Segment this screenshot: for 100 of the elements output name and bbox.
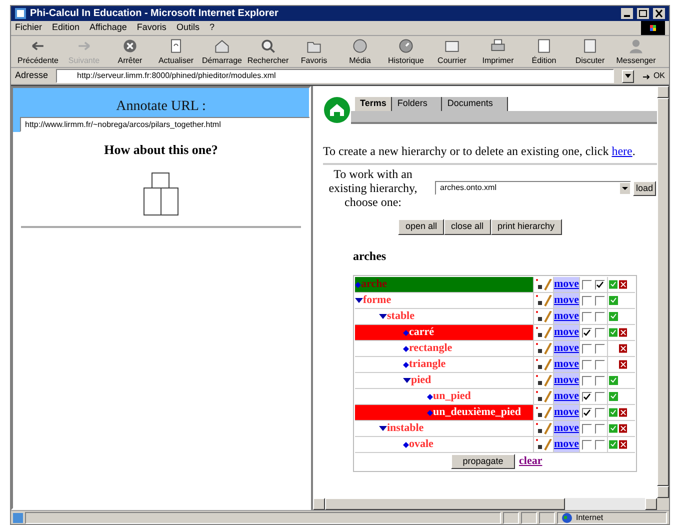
checkbox[interactable] [595, 312, 606, 322]
checkbox[interactable] [582, 280, 592, 290]
add-node-icon[interactable] [535, 343, 543, 354]
toolbar-button[interactable]: Messenger [613, 36, 659, 67]
toolbar-button[interactable]: Historique [383, 36, 429, 67]
move-link[interactable]: move [553, 405, 580, 420]
add-node-icon[interactable] [535, 279, 543, 290]
toolbar-button[interactable]: Discuter [567, 36, 613, 67]
move-link[interactable]: move [553, 437, 580, 452]
checkbox[interactable] [582, 408, 592, 418]
toolbar-button[interactable]: Média [337, 36, 383, 67]
toolbar-button[interactable]: Rechercher [245, 36, 291, 67]
check-icon[interactable] [609, 280, 618, 289]
menu-item[interactable]: ? [209, 21, 214, 35]
add-node-icon[interactable] [535, 327, 543, 338]
delete-icon[interactable] [618, 408, 628, 417]
tab[interactable]: Folders [392, 97, 442, 111]
checkbox[interactable] [582, 344, 592, 354]
checkbox[interactable] [595, 344, 606, 354]
checkbox[interactable] [595, 392, 606, 402]
check-icon[interactable] [609, 376, 618, 385]
close-icon[interactable] [653, 8, 665, 19]
checkbox[interactable] [582, 424, 592, 434]
checkbox[interactable] [595, 440, 606, 450]
url-field[interactable]: http://www.lirmm.fr/~nobrega/arcos/pilars_together.html [20, 117, 310, 132]
tree-node[interactable]: un_deuxième_pied [355, 405, 533, 420]
move-link[interactable]: move [553, 277, 580, 292]
checkbox[interactable] [582, 312, 592, 322]
add-node-icon[interactable] [535, 359, 543, 370]
checkbox[interactable] [595, 360, 606, 370]
checkbox[interactable] [582, 360, 592, 370]
tree-node[interactable]: carré [355, 325, 533, 340]
home-button-icon[interactable] [323, 96, 351, 124]
vertical-scrollbar[interactable] [657, 86, 669, 498]
action-button[interactable]: close all [444, 219, 490, 235]
checkbox[interactable] [582, 376, 592, 386]
check-icon[interactable] [609, 392, 618, 401]
check-icon[interactable] [609, 328, 618, 337]
add-node-icon[interactable] [535, 407, 543, 418]
delete-icon[interactable] [618, 280, 628, 289]
maximize-icon[interactable] [637, 8, 649, 19]
toolbar-button[interactable]: Actualiser [153, 36, 199, 67]
add-node-icon[interactable] [535, 423, 543, 434]
menu-item[interactable]: Affichage [90, 21, 127, 35]
add-node-icon[interactable] [535, 439, 543, 450]
expanded-triangle-icon[interactable] [379, 426, 387, 431]
move-link[interactable]: move [553, 293, 580, 308]
menu-item[interactable]: Favoris [136, 21, 166, 35]
check-icon[interactable] [609, 296, 618, 305]
move-link[interactable]: move [553, 357, 580, 372]
checkbox[interactable] [582, 392, 592, 402]
toolbar-button[interactable]: Favoris [291, 36, 337, 67]
tab[interactable]: Documents [442, 97, 508, 111]
menu-item[interactable]: Outils [176, 21, 200, 35]
toolbar-button[interactable]: Édition [521, 36, 567, 67]
toolbar-button[interactable]: Précédente [15, 36, 61, 67]
address-field[interactable]: http://serveur.limm.fr:8000/phined/phieditor/modules.xml [56, 69, 614, 83]
action-button[interactable]: open all [398, 219, 444, 235]
move-link[interactable]: move [553, 309, 580, 324]
add-node-icon[interactable] [535, 391, 543, 402]
checkbox[interactable] [595, 408, 606, 418]
checkbox[interactable] [595, 424, 606, 434]
tab[interactable]: Terms [355, 97, 392, 111]
check-icon[interactable] [609, 408, 618, 417]
checkbox[interactable] [582, 296, 592, 306]
expanded-triangle-icon[interactable] [355, 298, 363, 303]
move-link[interactable]: move [553, 421, 580, 436]
move-link[interactable]: move [553, 341, 580, 356]
checkbox[interactable] [595, 376, 606, 386]
toolbar-button[interactable]: Courrier [429, 36, 475, 67]
checkbox[interactable] [595, 296, 606, 306]
delete-icon[interactable] [618, 440, 628, 449]
toolbar-button[interactable]: Arrêter [107, 36, 153, 67]
propagate-button[interactable]: propagate [451, 454, 515, 469]
checkbox[interactable] [595, 328, 606, 338]
action-button[interactable]: print hierarchy [490, 219, 562, 235]
checkbox[interactable] [582, 328, 592, 338]
add-node-icon[interactable] [535, 311, 543, 322]
here-link[interactable]: here [612, 144, 632, 158]
checkbox[interactable] [595, 280, 606, 290]
toolbar-button[interactable]: Démarrage [199, 36, 245, 67]
delete-icon[interactable] [618, 344, 628, 353]
horizontal-scrollbar[interactable] [313, 498, 669, 510]
move-link[interactable]: move [553, 325, 580, 340]
checkbox[interactable] [582, 440, 592, 450]
menu-item[interactable]: Edition [52, 21, 80, 35]
add-node-icon[interactable] [535, 295, 543, 306]
check-icon[interactable] [609, 312, 618, 321]
move-link[interactable]: move [553, 373, 580, 388]
move-link[interactable]: move [553, 389, 580, 404]
go-button[interactable]: OK [642, 70, 665, 82]
clear-link[interactable]: clear [519, 453, 542, 470]
delete-icon[interactable] [618, 328, 628, 337]
hierarchy-select[interactable]: arches.onto.xml [435, 181, 631, 195]
load-button[interactable]: load [633, 180, 656, 196]
toolbar-button[interactable]: Imprimer [475, 36, 521, 67]
delete-icon[interactable] [618, 360, 628, 369]
minimize-icon[interactable] [621, 8, 633, 19]
expanded-triangle-icon[interactable] [379, 314, 387, 319]
delete-icon[interactable] [618, 424, 628, 433]
